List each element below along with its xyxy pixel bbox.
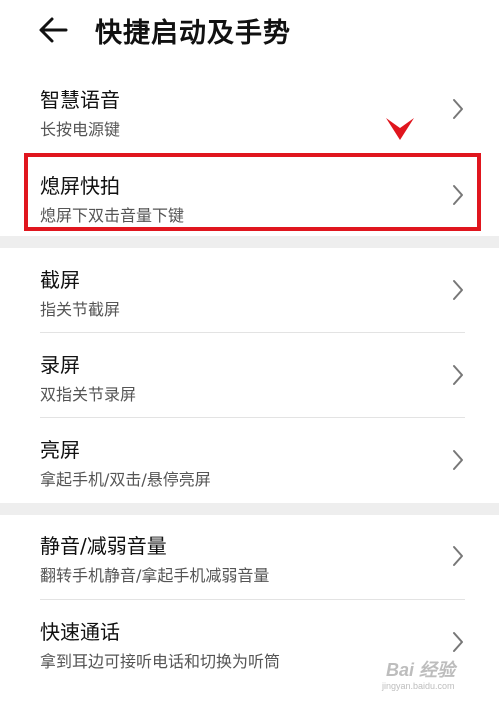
list-item-screen-record[interactable]: 录屏 双指关节录屏 (0, 333, 499, 417)
item-title: 静音/减弱音量 (40, 534, 167, 558)
item-subtitle: 拿起手机/双击/悬停亮屏 (40, 470, 211, 489)
chevron-right-icon (453, 99, 463, 119)
item-title: 亮屏 (40, 438, 80, 462)
list-item-screenshot[interactable]: 截屏 指关节截屏 (0, 248, 499, 332)
settings-group-2: 截屏 指关节截屏 录屏 双指关节录屏 亮屏 拿起手机/双击/悬停亮屏 (0, 248, 499, 503)
item-subtitle: 翻转手机静音/拿起手机减弱音量 (40, 566, 270, 585)
chevron-right-icon (453, 365, 463, 385)
highlight-box (24, 153, 481, 231)
watermark-brand: Bai 经验 (386, 660, 456, 680)
item-title: 快速通话 (40, 620, 120, 644)
chevron-right-icon (453, 280, 463, 300)
item-subtitle: 指关节截屏 (40, 300, 121, 319)
page-title: 快捷启动及手势 (95, 18, 291, 49)
item-subtitle: 拿到耳边可接听电话和切换为听筒 (40, 652, 281, 671)
item-title: 截屏 (40, 268, 80, 292)
item-subtitle: 双指关节录屏 (40, 385, 137, 404)
arrow-left-icon (39, 17, 68, 43)
watermark: Bai 经验 jingyan.baidu.com (378, 650, 496, 702)
list-item-wake-screen[interactable]: 亮屏 拿起手机/双击/悬停亮屏 (0, 418, 499, 503)
back-button[interactable] (36, 12, 76, 48)
list-item-mute-lower-volume[interactable]: 静音/减弱音量 翻转手机静音/拿起手机减弱音量 (0, 515, 499, 599)
header-bar: 快捷启动及手势 (0, 0, 499, 64)
chevron-right-icon (453, 546, 463, 566)
section-gap (0, 503, 499, 515)
chevron-right-icon (453, 450, 463, 470)
item-title: 智慧语音 (40, 88, 120, 112)
item-subtitle: 长按电源键 (40, 120, 121, 139)
section-gap (0, 236, 499, 248)
list-item-smart-voice[interactable]: 智慧语音 长按电源键 (0, 64, 499, 151)
watermark-url: jingyan.baidu.com (382, 681, 455, 691)
item-title: 录屏 (40, 353, 80, 377)
pointer-arrow-icon (386, 118, 414, 140)
